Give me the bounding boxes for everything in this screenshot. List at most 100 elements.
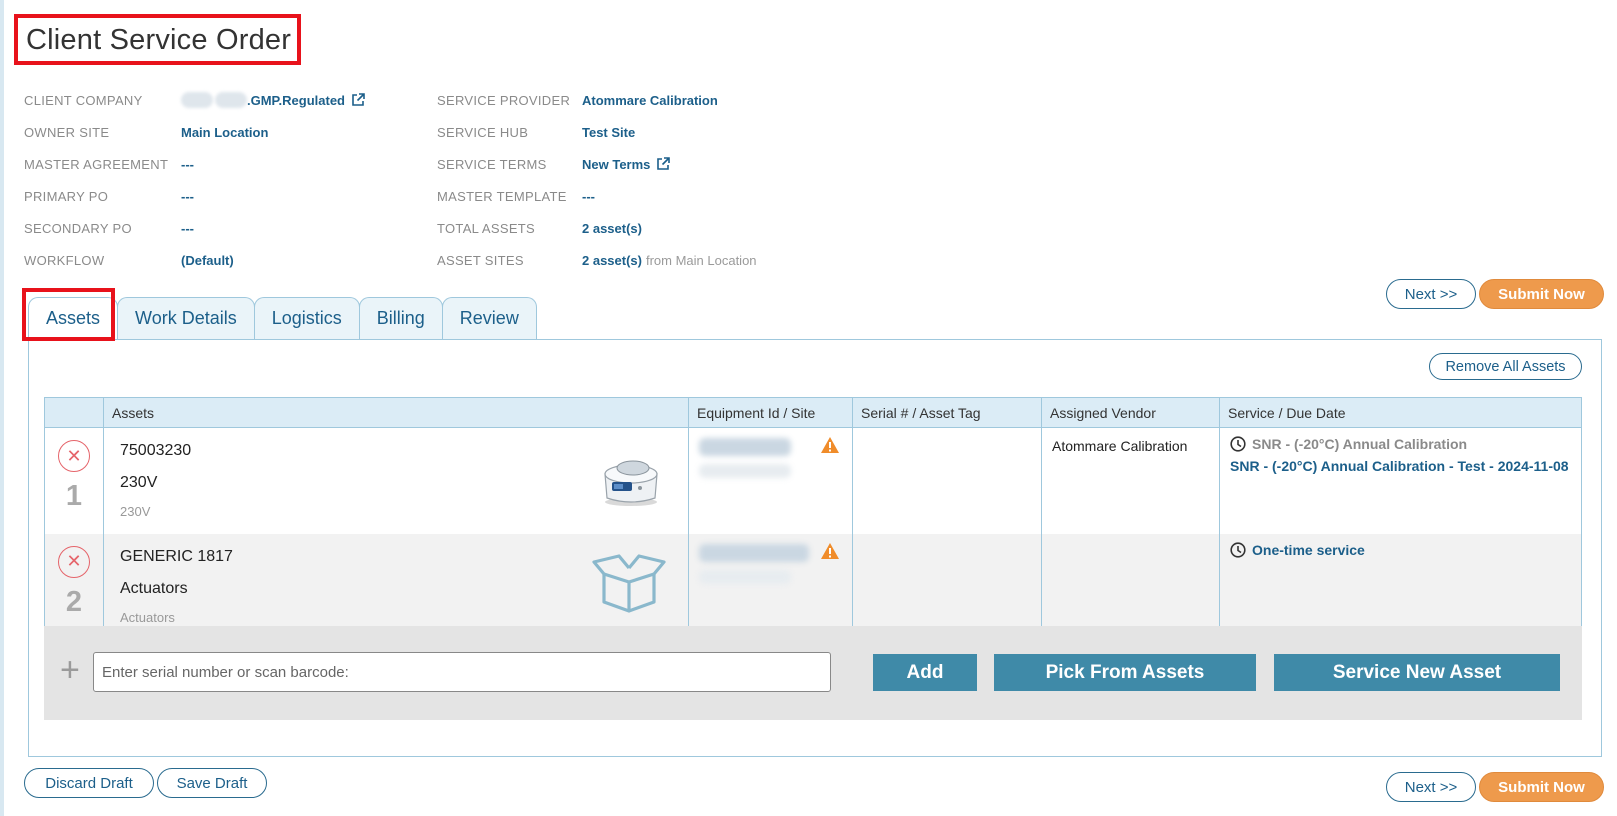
service-new-asset-button[interactable]: Service New Asset: [1274, 654, 1560, 691]
column-header: Serial # / Asset Tag: [852, 397, 1042, 428]
left-edge-strip: [0, 0, 4, 816]
warning-icon: [820, 542, 840, 563]
asset-cell: GENERIC 1817 Actuators Actuators: [103, 533, 689, 640]
meta-label: ASSET SITES: [437, 252, 524, 268]
tab-highlight-box: [22, 288, 115, 341]
meta-label: SERVICE PROVIDER: [437, 92, 571, 108]
save-draft-button[interactable]: Save Draft: [157, 768, 267, 798]
meta-value: New Terms: [582, 156, 651, 172]
meta-label: PRIMARY PO: [24, 188, 109, 204]
row-number: 1: [65, 480, 83, 512]
box-icon: [590, 553, 668, 617]
external-link-icon[interactable]: [351, 93, 365, 107]
service-terms-link[interactable]: New Terms: [582, 156, 671, 172]
row-index-cell: ✕ 2: [44, 533, 104, 640]
meta-row-master-template: MASTER TEMPLATE ---: [437, 180, 757, 212]
service-cell: SNR - (-20°C) Annual Calibration SNR - (…: [1219, 427, 1582, 534]
meta-label: OWNER SITE: [24, 124, 110, 140]
discard-draft-button[interactable]: Discard Draft: [24, 768, 154, 798]
vendor-cell: [1041, 533, 1220, 640]
column-header: Service / Due Date: [1219, 397, 1582, 428]
tab-logistics[interactable]: Logistics: [253, 297, 360, 339]
clock-icon: [1230, 436, 1246, 452]
secondary-po-value: ---: [181, 220, 194, 236]
row-number: 2: [65, 585, 83, 618]
column-header-index: [44, 397, 104, 428]
meta-value: .GMP.Regulated: [247, 92, 346, 108]
column-header: Assigned Vendor: [1041, 397, 1220, 428]
column-header: Equipment Id / Site: [688, 397, 853, 428]
page-title: Client Service Order: [14, 14, 302, 65]
close-icon[interactable]: ✕: [58, 545, 90, 578]
table-header-row: Assets Equipment Id / Site Serial # / As…: [44, 397, 1582, 428]
meta-label: WORKFLOW: [24, 252, 105, 268]
submit-now-button-bottom[interactable]: Submit Now: [1479, 772, 1604, 802]
meta-label: SERVICE HUB: [437, 124, 529, 140]
redacted-text: [699, 438, 791, 456]
asset-sites-value[interactable]: 2 asset(s) from Main Location: [582, 253, 757, 268]
service-title: SNR - (-20°C) Annual Calibration: [1230, 436, 1573, 452]
meta-row-client-company: CLIENT COMPANY .GMP.Regulated: [24, 84, 365, 116]
tab-billing[interactable]: Billing: [358, 297, 443, 339]
add-asset-bar: + Add Pick From Assets Service New Asset: [44, 626, 1582, 720]
plus-icon: +: [60, 651, 80, 689]
table-row: ✕ 2 GENERIC 1817 Actuators Actuators One…: [44, 533, 1582, 640]
meta-row-asset-sites: ASSET SITES 2 asset(s) from Main Locatio…: [437, 244, 757, 276]
meta-row-secondary-po: SECONDARY PO ---: [24, 212, 365, 244]
remove-all-assets-button[interactable]: Remove All Assets: [1429, 353, 1582, 380]
redacted-text: [699, 464, 791, 478]
next-button-bottom[interactable]: Next >>: [1386, 772, 1476, 802]
meta-row-primary-po: PRIMARY PO ---: [24, 180, 365, 212]
clock-icon: [1230, 541, 1246, 558]
total-assets-value[interactable]: 2 asset(s): [582, 221, 642, 236]
owner-site-value[interactable]: Main Location: [181, 125, 268, 140]
add-button[interactable]: Add: [873, 654, 977, 691]
meta-row-service-terms: SERVICE TERMS New Terms: [437, 148, 757, 180]
meta-label: MASTER AGREEMENT: [24, 156, 169, 172]
redacted-text: [215, 92, 247, 108]
serial-cell: [852, 427, 1042, 534]
service-hub-value[interactable]: Test Site: [582, 125, 635, 140]
asset-cell: 75003230 230V 230V: [103, 427, 689, 534]
meta-row-total-assets: TOTAL ASSETS 2 asset(s): [437, 212, 757, 244]
meta-row-workflow: WORKFLOW (Default): [24, 244, 365, 276]
redacted-text: [181, 92, 213, 108]
meta-row-master-agreement: MASTER AGREEMENT ---: [24, 148, 365, 180]
warning-icon: [820, 436, 840, 457]
assets-table: Assets Equipment Id / Site Serial # / As…: [44, 397, 1582, 640]
workflow-value[interactable]: (Default): [181, 253, 234, 268]
pick-from-assets-button[interactable]: Pick From Assets: [994, 654, 1256, 691]
service-title-text: One-time service: [1252, 541, 1365, 558]
submit-now-button-top[interactable]: Submit Now: [1479, 279, 1604, 309]
order-meta-right: SERVICE PROVIDER Atommare Calibration SE…: [437, 84, 757, 276]
serial-barcode-input[interactable]: [93, 652, 831, 692]
service-detail-link[interactable]: SNR - (-20°C) Annual Calibration - Test …: [1230, 458, 1573, 474]
serial-cell: [852, 533, 1042, 640]
primary-po-value: ---: [181, 188, 194, 204]
row-index-cell: ✕ 1: [44, 427, 104, 534]
meta-row-owner-site: OWNER SITE Main Location: [24, 116, 365, 148]
tab-work-details[interactable]: Work Details: [117, 297, 255, 339]
redacted-text: [699, 569, 791, 584]
client-company-link[interactable]: .GMP.Regulated: [181, 92, 365, 108]
master-agreement-value: ---: [181, 156, 194, 172]
service-provider-value[interactable]: Atommare Calibration: [582, 93, 718, 108]
meta-value: 2 asset(s): [582, 252, 642, 268]
equipment-id-cell: [688, 427, 853, 534]
redacted-text: [699, 543, 809, 562]
master-template-value: ---: [582, 188, 595, 204]
order-meta-left: CLIENT COMPANY .GMP.Regulated OWNER SITE…: [24, 84, 365, 276]
meta-label: TOTAL ASSETS: [437, 220, 536, 236]
tab-review[interactable]: Review: [441, 297, 537, 339]
next-button-top[interactable]: Next >>: [1386, 279, 1476, 309]
service-cell: One-time service: [1219, 533, 1582, 640]
meta-label: SERVICE TERMS: [437, 156, 547, 172]
meta-row-service-hub: SERVICE HUB Test Site: [437, 116, 757, 148]
table-row: ✕ 1 75003230 230V 230V Atommare Calibrat…: [44, 427, 1582, 534]
centrifuge-image: [600, 452, 662, 511]
service-title[interactable]: One-time service: [1230, 542, 1573, 558]
external-link-icon[interactable]: [656, 157, 671, 171]
meta-row-service-provider: SERVICE PROVIDER Atommare Calibration: [437, 84, 757, 116]
meta-label: MASTER TEMPLATE: [437, 188, 567, 204]
close-icon[interactable]: ✕: [58, 440, 90, 472]
